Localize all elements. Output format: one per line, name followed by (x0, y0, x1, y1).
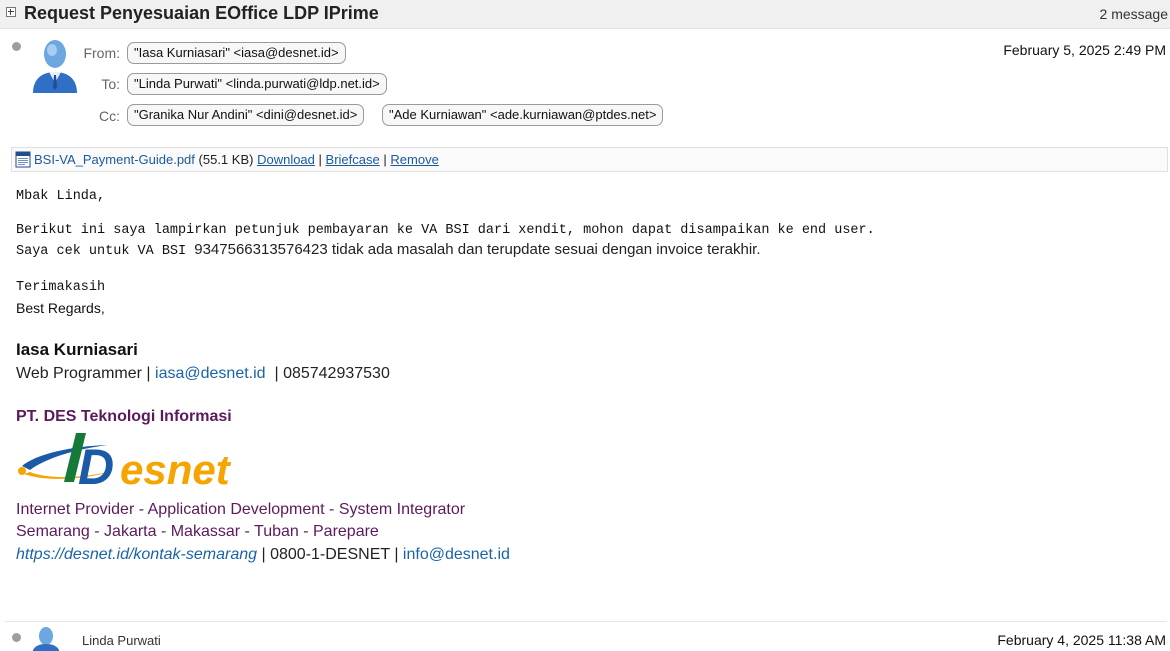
body-line: Berikut ini saya lampirkan petunjuk pemb… (16, 223, 875, 238)
signature-role: Web Programmer (16, 365, 142, 382)
separator: | (146, 365, 151, 382)
expand-icon[interactable] (6, 7, 16, 17)
message-date: February 4, 2025 11:38 AM (997, 632, 1166, 648)
contact-url-link[interactable]: https://desnet.id/kontak-semarang (16, 546, 257, 563)
body-line-mono-part: Saya cek untuk VA BSI (16, 244, 195, 259)
signature-company: PT. DES Teknologi Informasi (16, 408, 232, 425)
attachment-name-link[interactable]: BSI-VA_Payment-Guide.pdf (34, 152, 195, 167)
user-avatar-icon (32, 627, 60, 651)
separator: | (274, 365, 279, 382)
cc-recipient-pill[interactable]: "Ade Kurniawan" <ade.kurniawan@ptdes.net… (382, 104, 664, 126)
signature-phone: 085742937530 (283, 365, 390, 382)
desnet-logo: D esnet (18, 433, 232, 490)
unread-dot-icon (12, 42, 21, 51)
hotline: 0800-1-DESNET (270, 546, 390, 563)
to-recipient-pill[interactable]: "Linda Purwati" <linda.purwati@ldp.net.i… (127, 73, 387, 95)
separator: | (383, 152, 387, 167)
separator: | (318, 152, 322, 167)
body-thanks: Terimakasih (16, 280, 106, 295)
info-email-link[interactable]: info@desnet.id (403, 546, 510, 563)
signature-cities: Semarang - Jakarta - Makassar - Tuban - … (16, 523, 379, 540)
body-line: Saya cek untuk VA BSI 9347566313576423 t… (16, 241, 761, 259)
body-greeting: Mbak Linda, (16, 189, 106, 204)
from-label: From: (83, 45, 120, 61)
from-sender-pill[interactable]: "Iasa Kurniasari" <iasa@desnet.id> (127, 42, 346, 64)
cc-recipient-pill[interactable]: "Granika Nur Andini" <dini@desnet.id> (127, 104, 365, 126)
body-line-sans-part: 9347566313576423 tidak ada masalah dan t… (194, 241, 761, 258)
signature-contact-line: https://desnet.id/kontak-semarang | 0800… (16, 546, 510, 564)
attachment-size: (55.1 KB) (198, 152, 254, 167)
separator: | (261, 546, 266, 563)
svg-text:esnet: esnet (120, 446, 232, 490)
message-divider (5, 621, 1167, 622)
cc-label: Cc: (99, 108, 120, 124)
signature-name: Iasa Kurniasari (16, 340, 138, 359)
message-count: 2 message (1099, 6, 1168, 22)
unread-dot-icon (12, 633, 21, 642)
body-regards: Best Regards, (16, 300, 105, 316)
user-avatar-icon (33, 40, 77, 93)
message-date: February 5, 2025 2:49 PM (1003, 42, 1166, 58)
separator: | (394, 546, 399, 563)
signature-email-link[interactable]: iasa@desnet.id (155, 365, 266, 382)
signature-services: Internet Provider - Application Developm… (16, 501, 466, 518)
pdf-file-icon (15, 151, 31, 168)
attachment-bar: BSI-VA_Payment-Guide.pdf (55.1 KB) Downl… (11, 147, 1168, 172)
briefcase-link[interactable]: Briefcase (326, 152, 380, 167)
to-label: To: (101, 76, 120, 92)
conversation-header: Request Penyesuaian EOffice LDP IPrime 2… (0, 0, 1170, 29)
conversation-subject: Request Penyesuaian EOffice LDP IPrime (24, 3, 379, 23)
signature-role-line: Web Programmer | iasa@desnet.id | 085742… (16, 365, 390, 383)
download-link[interactable]: Download (257, 152, 315, 167)
message-sender-name[interactable]: Linda Purwati (82, 633, 161, 648)
logo-text: D (78, 439, 114, 490)
remove-link[interactable]: Remove (390, 152, 438, 167)
